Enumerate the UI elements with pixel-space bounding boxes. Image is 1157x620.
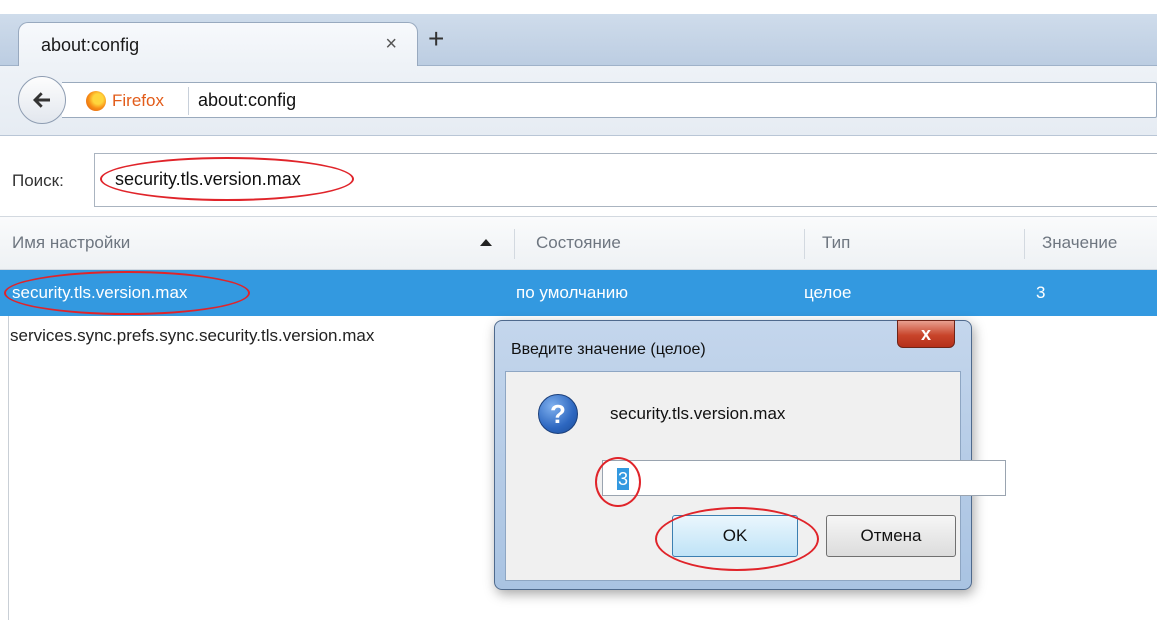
sort-ascending-icon: [480, 239, 492, 246]
column-divider[interactable]: [804, 229, 805, 259]
firefox-logo-icon: [86, 91, 106, 111]
left-border: [8, 316, 9, 620]
prompt-dialog: Введите значение (целое) x ? security.tl…: [494, 320, 1006, 590]
column-type[interactable]: Тип: [822, 233, 850, 253]
column-status[interactable]: Состояние: [536, 233, 621, 253]
url-separator: [188, 87, 189, 115]
url-text[interactable]: about:config: [198, 90, 296, 111]
search-input[interactable]: security.tls.version.max: [94, 153, 1157, 207]
dialog-close-button[interactable]: x: [897, 320, 955, 348]
navigation-bar: Firefox about:config: [0, 66, 1157, 136]
column-divider[interactable]: [514, 229, 515, 259]
row-value: 3: [1036, 283, 1046, 302]
identity-label: Firefox: [112, 91, 164, 110]
tab-about-config[interactable]: about:config ×: [18, 22, 418, 66]
column-name[interactable]: Имя настройки: [12, 233, 130, 253]
back-arrow-icon: [33, 92, 50, 108]
search-input-value: security.tls.version.max: [115, 169, 301, 189]
new-tab-button[interactable]: +: [428, 25, 444, 53]
ok-button[interactable]: OK: [672, 515, 798, 557]
tab-strip: about:config × +: [0, 14, 1157, 66]
tab-title: about:config: [41, 35, 140, 55]
dialog-title: Введите значение (целое): [511, 341, 706, 358]
question-icon: ?: [538, 394, 578, 434]
table-row-selected[interactable]: security.tls.version.max по умолчанию це…: [0, 270, 1157, 316]
row-status: по умолчанию: [516, 283, 628, 302]
tab-close-icon[interactable]: ×: [385, 33, 397, 56]
value-input-text: 3: [617, 468, 630, 490]
cropped-caption-strip: [0, 0, 1157, 14]
cancel-button[interactable]: Отмена: [826, 515, 956, 557]
column-header: Имя настройки Состояние Тип Значение: [0, 216, 1157, 270]
row-type: целое: [804, 283, 852, 302]
url-bar[interactable]: Firefox about:config: [62, 82, 1157, 118]
back-button[interactable]: [18, 76, 66, 124]
search-label: Поиск:: [12, 171, 64, 190]
value-input[interactable]: 3: [602, 460, 1006, 496]
row-name: security.tls.version.max: [12, 283, 188, 302]
dialog-body: ? security.tls.version.max 3 OK Отмена: [505, 371, 1006, 581]
column-value[interactable]: Значение: [1042, 233, 1117, 253]
row-name: services.sync.prefs.sync.security.tls.ve…: [10, 326, 375, 345]
column-divider[interactable]: [1024, 229, 1025, 259]
dialog-pref-name: security.tls.version.max: [610, 404, 786, 423]
